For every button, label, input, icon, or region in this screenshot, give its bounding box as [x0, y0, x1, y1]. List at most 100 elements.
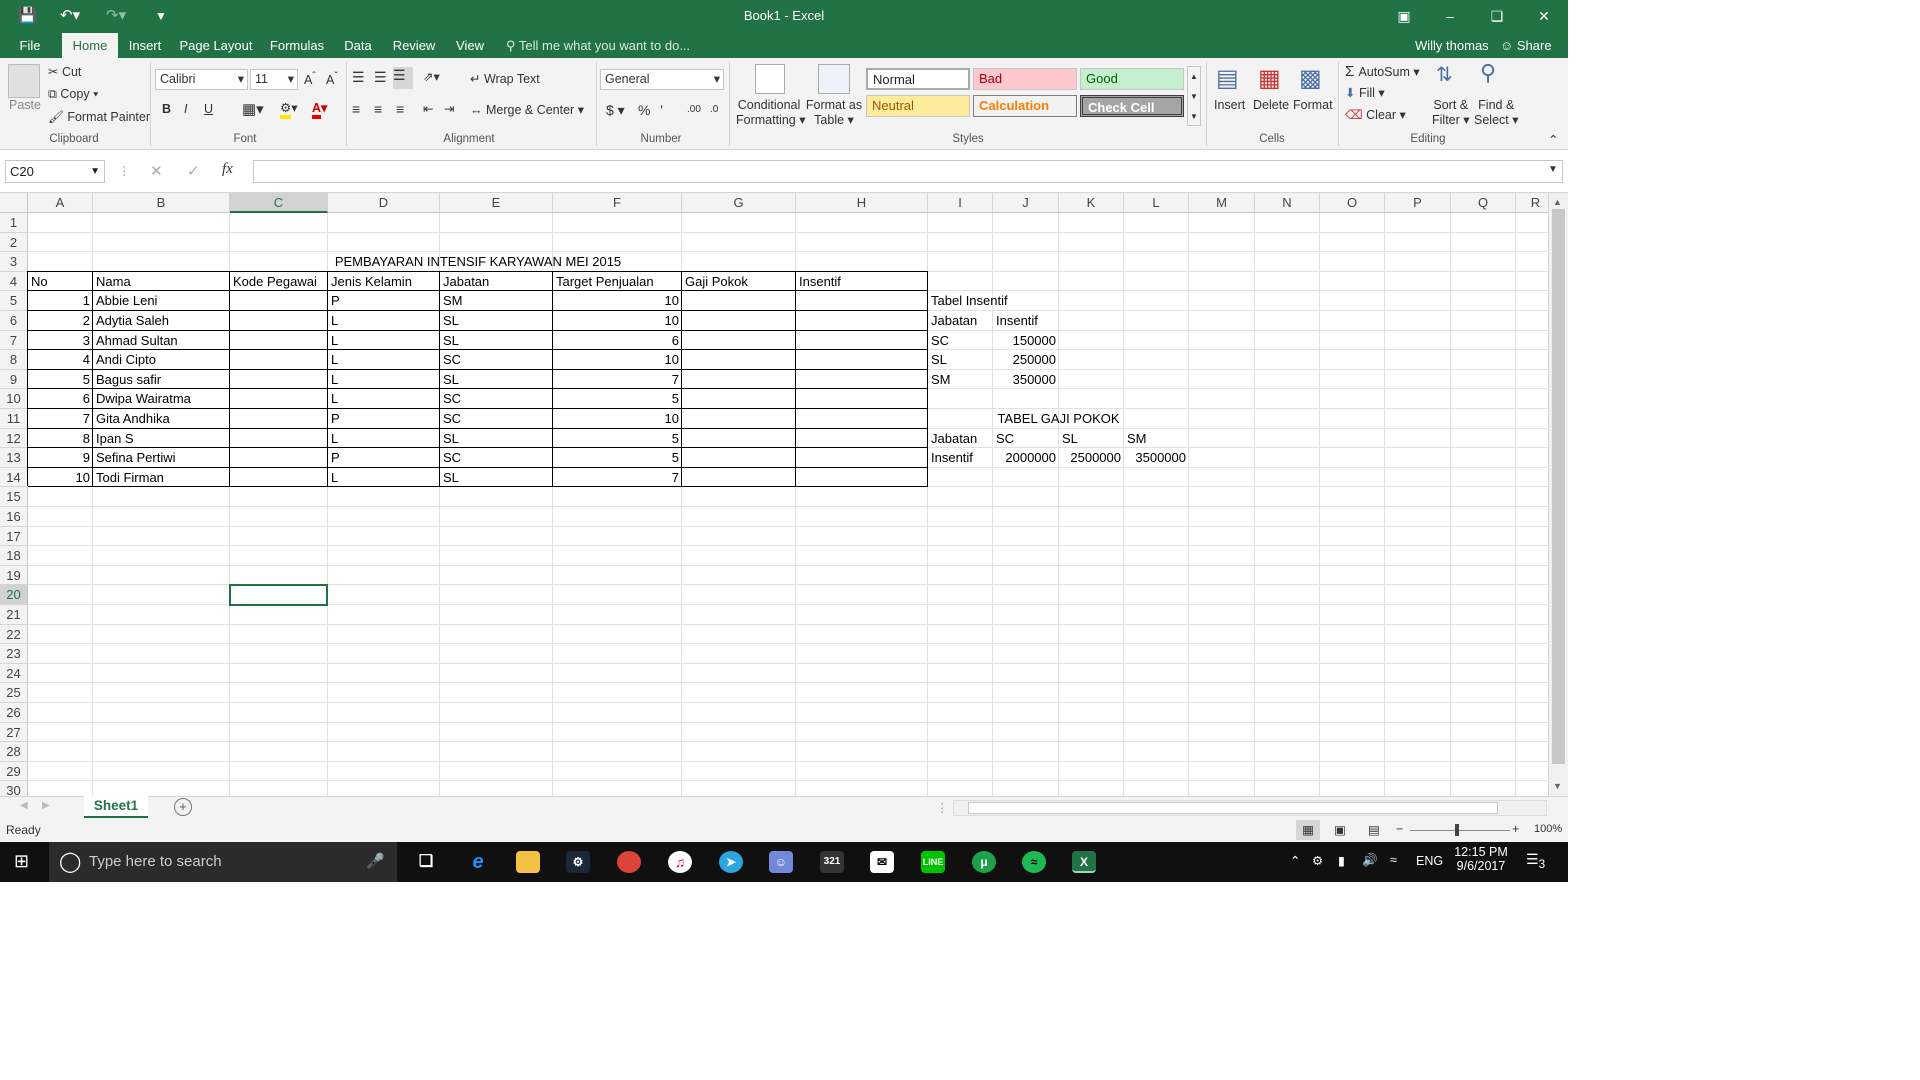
enter-icon[interactable]: ✓ [187, 162, 200, 180]
table-header[interactable]: Jenis Kelamin [328, 272, 440, 292]
tab-home[interactable]: Home [62, 33, 118, 58]
table-cell[interactable]: 2 [28, 311, 93, 331]
page-break-view-icon[interactable]: ▤ [1368, 822, 1380, 837]
row-header-20[interactable]: 20 [0, 585, 28, 605]
row-header-8[interactable]: 8 [0, 350, 28, 370]
tab-file[interactable]: File [8, 33, 52, 58]
sheet-title[interactable]: PEMBAYARAN INTENSIF KARYAWAN MEI 2015 [28, 252, 928, 272]
table-cell[interactable]: SM [440, 291, 553, 311]
table-cell[interactable]: Ahmad Sultan [93, 331, 230, 351]
row-header-17[interactable]: 17 [0, 526, 28, 547]
taskbar-search[interactable]: ◯ Type here to search 🎤 [49, 842, 397, 882]
zoom-in-icon[interactable]: + [1512, 822, 1519, 836]
name-box[interactable]: C20 ▼ [5, 160, 105, 183]
table-cell[interactable]: L [328, 350, 440, 370]
table-cell[interactable]: SC [440, 389, 553, 409]
tab-formulas[interactable]: Formulas [266, 33, 328, 58]
ribbon-display-icon[interactable]: ▣ [1384, 4, 1424, 28]
chrome-icon[interactable] [617, 851, 641, 873]
row-header-22[interactable]: 22 [0, 624, 28, 645]
row-header-19[interactable]: 19 [0, 565, 28, 586]
table-cell[interactable]: 7 [553, 370, 682, 390]
gaji-cell[interactable]: SM [1124, 429, 1189, 449]
align-left-icon[interactable]: ≡ [352, 101, 360, 117]
table-cell[interactable]: 10 [553, 409, 682, 429]
row-header-4[interactable]: 4 [0, 271, 28, 292]
excel-taskbar-icon[interactable]: X [1072, 851, 1096, 873]
clock[interactable]: 12:15 PM 9/6/2017 [1450, 845, 1512, 873]
row-header-2[interactable]: 2 [0, 232, 28, 253]
normal-view-icon[interactable]: ▦ [1296, 820, 1320, 840]
language-indicator[interactable]: ENG [1416, 854, 1443, 868]
row-header-11[interactable]: 11 [0, 409, 28, 429]
column-header-q[interactable]: Q [1451, 193, 1516, 213]
zoom-out-icon[interactable]: − [1396, 822, 1403, 836]
scroll-down-icon[interactable]: ▼ [1553, 781, 1562, 791]
insentif-table-title[interactable]: Tabel Insentif [928, 291, 1059, 311]
style-normal[interactable]: Normal [866, 68, 970, 90]
table-cell[interactable]: L [328, 331, 440, 351]
column-header-r[interactable]: R [1516, 193, 1548, 213]
row-header-14[interactable]: 14 [0, 467, 28, 488]
gaji-cell[interactable]: SC [993, 429, 1059, 449]
table-cell[interactable]: 10 [28, 468, 93, 488]
autosum-button[interactable]: Σ AutoSum ▾ [1345, 63, 1420, 80]
fill-button[interactable]: ⬇ Fill ▾ [1345, 85, 1385, 100]
table-cell[interactable]: Dwipa Wairatma [93, 389, 230, 409]
gaji-cell[interactable]: 2500000 [1059, 448, 1124, 468]
gaji-cell[interactable]: SL [1059, 429, 1124, 449]
split-handle-icon[interactable]: ⋮ [936, 800, 949, 815]
decrease-decimal-icon[interactable]: .0 [710, 104, 718, 115]
row-header-27[interactable]: 27 [0, 722, 28, 743]
delete-cells-button[interactable]: Delete [1253, 98, 1289, 112]
column-header-d[interactable]: D [328, 193, 440, 213]
worksheet-grid[interactable]: ABCDEFGHIJKLMNOPQR 1 2 3 4 5 6 7 8 9 10 11 12 13 14 15… [0, 193, 1548, 796]
table-cell[interactable]: 9 [28, 448, 93, 468]
tab-insert[interactable]: Insert [124, 33, 166, 58]
select-all-corner[interactable] [0, 193, 28, 213]
table-cell[interactable]: 5 [553, 389, 682, 409]
zoom-level[interactable]: 100% [1534, 823, 1562, 835]
font-color-icon[interactable]: A▾ [312, 100, 327, 119]
task-view-icon[interactable]: ❏ [414, 851, 438, 873]
row-header-3[interactable]: 3 [0, 252, 28, 272]
table-cell[interactable]: SC [440, 350, 553, 370]
gaji-table-title[interactable]: TABEL GAJI POKOK [928, 409, 1189, 429]
user-name[interactable]: Willy thomas [1415, 33, 1489, 58]
italic-button[interactable]: I [184, 102, 187, 116]
decrease-font-icon[interactable]: Aˇ [326, 71, 338, 87]
table-cell[interactable]: Abbie Leni [93, 291, 230, 311]
table-cell[interactable]: L [328, 429, 440, 449]
table-cell[interactable]: SL [440, 468, 553, 488]
clear-button[interactable]: ⌫ Clear ▾ [1345, 107, 1406, 122]
insentif-header[interactable]: Jabatan [928, 311, 993, 331]
line-icon[interactable]: LINE [921, 851, 945, 873]
bold-button[interactable]: B [162, 102, 171, 116]
row-header-24[interactable]: 24 [0, 663, 28, 684]
style-calculation[interactable]: Calculation [973, 95, 1077, 117]
table-cell[interactable]: 6 [553, 331, 682, 351]
tab-review[interactable]: Review [388, 33, 440, 58]
table-cell[interactable]: P [328, 291, 440, 311]
table-cell[interactable]: 10 [553, 291, 682, 311]
next-sheet-icon[interactable]: ▶ [42, 800, 50, 811]
column-header-i[interactable]: I [928, 193, 993, 213]
tab-page-layout[interactable]: Page Layout [176, 33, 256, 58]
merge-center-button[interactable]: ↔ Merge & Center ▾ [470, 102, 584, 117]
row-header-29[interactable]: 29 [0, 761, 28, 782]
increase-decimal-icon[interactable]: .00 [687, 104, 701, 115]
conditional-formatting-button[interactable]: Conditional Formatting ▾ [736, 98, 806, 127]
paste-button[interactable]: Paste [9, 98, 41, 112]
percent-icon[interactable]: % [638, 102, 650, 118]
table-cell[interactable]: 10 [553, 350, 682, 370]
row-header-16[interactable]: 16 [0, 507, 28, 527]
prev-sheet-icon[interactable]: ◀ [20, 800, 28, 811]
sheet-tab-sheet1[interactable]: Sheet1 [84, 796, 148, 818]
row-header-12[interactable]: 12 [0, 428, 28, 449]
row-header-7[interactable]: 7 [0, 330, 28, 351]
table-cell[interactable]: P [328, 448, 440, 468]
align-bottom-icon[interactable]: ☰ [393, 67, 413, 89]
column-header-l[interactable]: L [1124, 193, 1189, 213]
underline-button[interactable]: U [204, 102, 213, 116]
spotify-icon[interactable]: ≈ [1022, 851, 1046, 873]
